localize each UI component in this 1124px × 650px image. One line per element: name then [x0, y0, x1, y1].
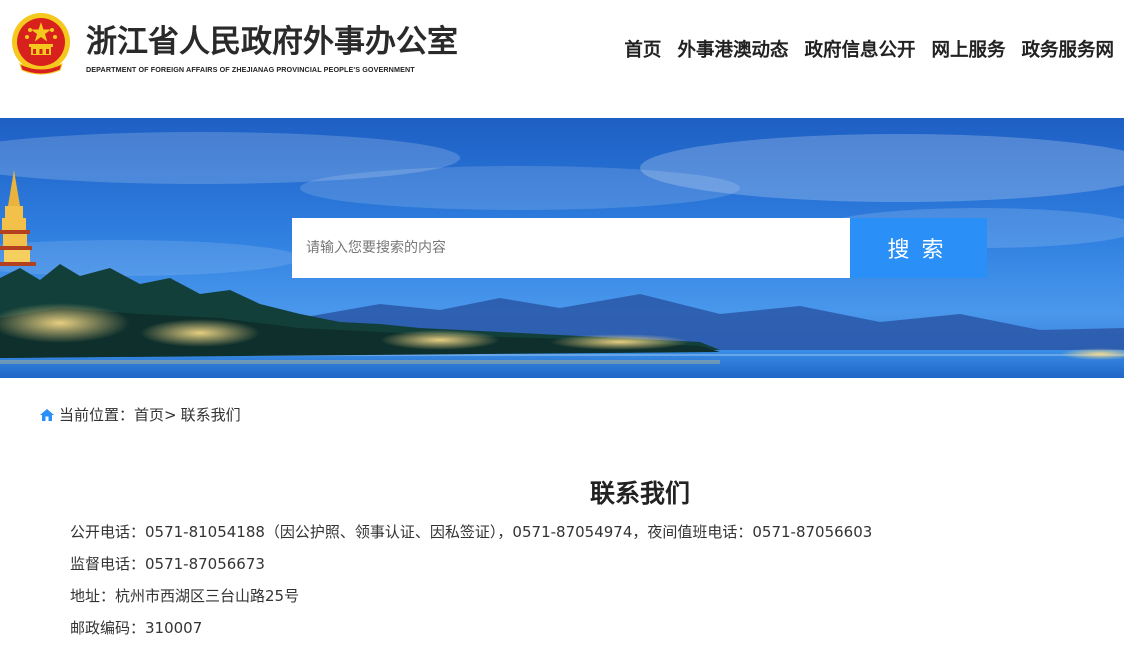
main-nav: 首页 外事港澳动态 政府信息公开 网上服务 政务服务网: [608, 36, 1114, 62]
hero-banner: 搜索: [0, 118, 1124, 378]
nav-online-services[interactable]: 网上服务: [931, 36, 1005, 62]
contact-info: 公开电话：0571-81054188（因公护照、领事认证、因私签证），0571-…: [70, 522, 872, 650]
breadcrumb: 当前位置： 首页 > 联系我们: [40, 404, 241, 425]
breadcrumb-home-link[interactable]: 首页: [134, 404, 164, 425]
nav-foreign-affairs-news[interactable]: 外事港澳动态: [677, 36, 788, 62]
site-title[interactable]: 浙江省人民政府外事办公室: [86, 16, 458, 61]
contact-public-phone: 公开电话：0571-81054188（因公护照、领事认证、因私签证），0571-…: [70, 523, 873, 541]
breadcrumb-current: 联系我们: [180, 406, 241, 424]
nav-gov-service-network[interactable]: 政务服务网: [1021, 36, 1114, 62]
national-emblem-icon[interactable]: [10, 10, 72, 76]
contact-address: 地址：杭州市西湖区三台山路25号: [70, 587, 300, 605]
search-button[interactable]: 搜索: [850, 218, 987, 278]
breadcrumb-separator: >: [164, 405, 177, 424]
nav-home[interactable]: 首页: [624, 36, 661, 62]
page-title: 联系我们: [589, 479, 690, 508]
site-subtitle: DEPARTMENT OF FOREIGN AFFAIRS OF ZHEJIAN…: [86, 65, 415, 74]
contact-supervision-phone: 监督电话：0571-87056673: [70, 555, 265, 573]
site-header: 浙江省人民政府外事办公室 DEPARTMENT OF FOREIGN AFFAI…: [0, 0, 1124, 118]
breadcrumb-prefix: 当前位置：: [59, 406, 135, 424]
home-icon: [40, 408, 54, 421]
nav-gov-info-disclosure[interactable]: 政府信息公开: [804, 36, 915, 62]
contact-postal-code: 邮政编码：310007: [70, 619, 203, 637]
search-input[interactable]: [292, 218, 850, 278]
